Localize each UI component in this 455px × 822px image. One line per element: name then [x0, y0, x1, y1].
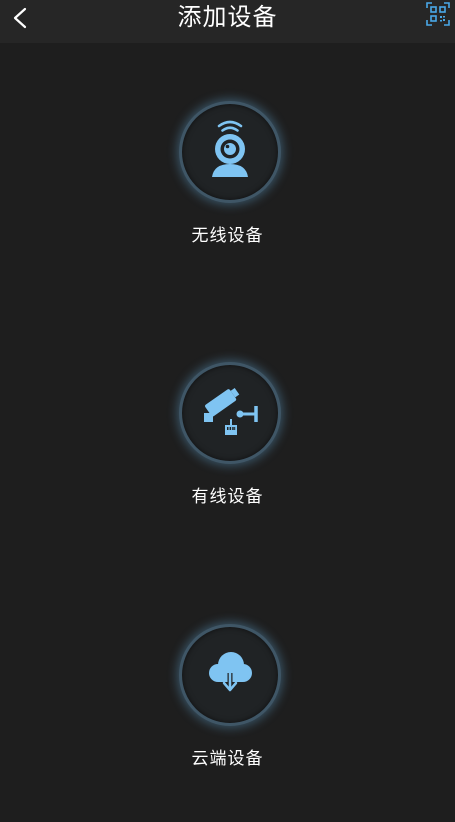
- cloud-device-option[interactable]: 云端设备: [0, 624, 455, 784]
- wired-camera-icon: [198, 379, 262, 447]
- page-title: 添加设备: [177, 3, 278, 31]
- cloud-device-button[interactable]: [179, 624, 281, 726]
- qr-scan-button[interactable]: [425, 2, 451, 30]
- wired-device-button[interactable]: [179, 362, 281, 464]
- wired-device-label: 有线设备: [191, 487, 264, 507]
- header-bar: 添加设备: [0, 0, 455, 43]
- wireless-device-option[interactable]: 无线设备: [0, 101, 455, 261]
- wireless-device-button[interactable]: [179, 101, 281, 203]
- wired-device-option[interactable]: 有线设备: [0, 362, 455, 522]
- wireless-device-label: 无线设备: [191, 226, 264, 246]
- wifi-camera-icon: [200, 117, 260, 187]
- cloud-download-icon: [200, 643, 260, 707]
- qr-scan-icon: [426, 2, 450, 30]
- cloud-device-label: 云端设备: [191, 749, 264, 769]
